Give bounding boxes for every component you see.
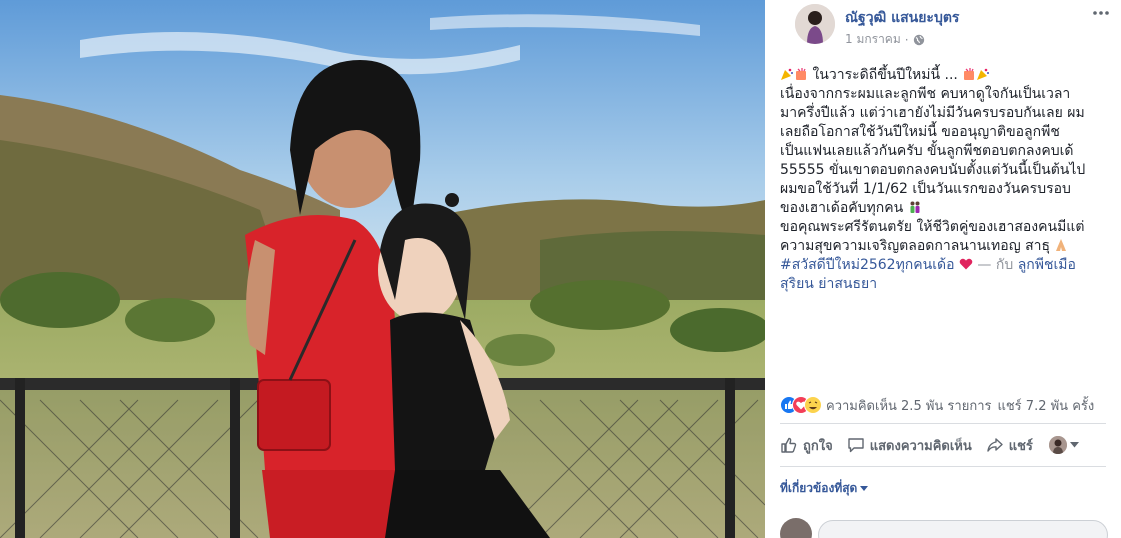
user-mini-avatar <box>1048 436 1067 454</box>
author-name[interactable]: ณัฐวุฒิ แสนยะบุตร <box>845 7 959 29</box>
hashtag-link[interactable]: #สวัสดีปีใหม่2562ทุกคนเด้อ <box>780 257 955 273</box>
comment-input[interactable] <box>818 520 1108 538</box>
post-panel: ณัฐวุฒิ แสนยะบุตร 1 มกราคม · ในวาระดิถีข… <box>765 0 1121 538</box>
like-label: ถูกใจ <box>803 438 833 454</box>
reaction-icons[interactable] <box>780 396 822 414</box>
ellipsis-icon[interactable] <box>1092 6 1110 20</box>
post-line-text: ความสุขความเจริญตลอดกาลนานเทอญ สาธุ <box>780 238 1051 254</box>
comment-label: แสดงความคิดเห็น <box>869 438 972 454</box>
post-line: เลยถือโอกาสใช้วันปีใหม่นี้ ขออนุญาติขอลู… <box>780 124 1060 140</box>
party-popper-icon <box>977 68 990 80</box>
share-button[interactable]: แชร์ <box>986 435 1033 456</box>
post-line: ในวาระดิถีขึ้นปีใหม่นี้ ... <box>780 66 1118 85</box>
post-line: สุริยน ย่าสนธยา <box>780 275 1118 294</box>
confetti-icon <box>796 68 806 80</box>
divider <box>780 423 1106 424</box>
post-as-selector[interactable] <box>1048 436 1079 454</box>
share-label: แชร์ <box>1008 438 1033 454</box>
thumbs-up-icon <box>781 437 797 453</box>
comment-sort-dropdown[interactable]: ที่เกี่ยวข้องที่สุด <box>780 479 869 498</box>
caret-down-icon <box>860 486 869 491</box>
comment-sort-label: ที่เกี่ยวข้องที่สุด <box>780 481 858 495</box>
reaction-bar: ความคิดเห็น 2.5 พัน รายการ แชร์ 7.2 พัน … <box>780 394 1118 416</box>
praying-hands-icon <box>1056 239 1067 251</box>
heart-icon <box>959 258 973 270</box>
party-popper-icon <box>781 68 793 80</box>
post-date[interactable]: 1 มกราคม <box>845 30 901 49</box>
post-line-text: ในวาระดิถีขึ้นปีใหม่นี้ ... <box>812 67 958 83</box>
like-button[interactable]: ถูกใจ <box>780 435 833 456</box>
post-line: ผมขอใช้วันที่ 1/1/62 เป็นวันแรกของวันครบ… <box>780 181 1071 197</box>
with-label: — กับ <box>977 257 1014 273</box>
post-line: มาครึ่งปีแล้ว แต่ว่าเฮายังไม่มีวันครบรอบ… <box>780 105 1085 121</box>
confetti-icon <box>964 68 975 80</box>
tagged-person-link[interactable]: ลูกพีชเมือ <box>1018 257 1076 273</box>
post-photo[interactable] <box>0 0 765 538</box>
couple-icon <box>910 201 920 213</box>
divider <box>780 466 1106 467</box>
author-avatar[interactable] <box>795 4 835 44</box>
commenter-avatar <box>780 518 812 538</box>
post-line-text: ของเฮาเด้อคับทุกคน <box>780 200 904 216</box>
couple-photo <box>0 0 765 538</box>
tagged-person-link[interactable]: สุริยน ย่าสนธยา <box>780 276 877 292</box>
shares-count[interactable]: แชร์ 7.2 พัน ครั้ง <box>997 395 1094 416</box>
comment-button[interactable]: แสดงความคิดเห็น <box>847 435 972 456</box>
post-line: เป็นแฟนเลยแล้วกันครับ ขั้นลูกพีชตอบตกลงค… <box>780 143 1074 159</box>
post-line: เนื่องจากกระผมและลูกพีช คบหาดูใจกันเป็นเ… <box>780 86 1071 102</box>
caret-down-icon <box>1069 442 1079 448</box>
haha-reaction-icon <box>804 396 822 414</box>
post-line: #สวัสดีปีใหม่2562ทุกคนเด้อ — กับ ลูกพีชเ… <box>780 256 1118 275</box>
post-header: ณัฐวุฒิ แสนยะบุตร 1 มกราคม · <box>780 4 1120 47</box>
post-line: 55555 ขั่นเขาตอบตกลงคบนับตั้งแต่วันนี้เป… <box>780 162 1086 178</box>
comment-composer <box>780 518 1120 538</box>
post-body: ในวาระดิถีขึ้นปีใหม่นี้ ... เนื่องจากกระ… <box>780 66 1118 294</box>
comment-icon <box>848 438 864 453</box>
globe-icon[interactable] <box>913 34 925 46</box>
comments-count[interactable]: ความคิดเห็น 2.5 พัน รายการ <box>826 395 991 416</box>
post-line: ของเฮาเด้อคับทุกคน <box>780 199 1118 218</box>
share-icon <box>987 438 1003 452</box>
post-line: ขอคุณพระศรีรัตนตรัย ให้ชีวิตคู่ของเฮาสอง… <box>780 219 1085 235</box>
post-meta: 1 มกราคม · <box>845 30 925 49</box>
action-bar: ถูกใจ แสดงความคิดเห็น แชร์ <box>780 434 1118 456</box>
post-line: ความสุขความเจริญตลอดกาลนานเทอญ สาธุ <box>780 237 1118 256</box>
